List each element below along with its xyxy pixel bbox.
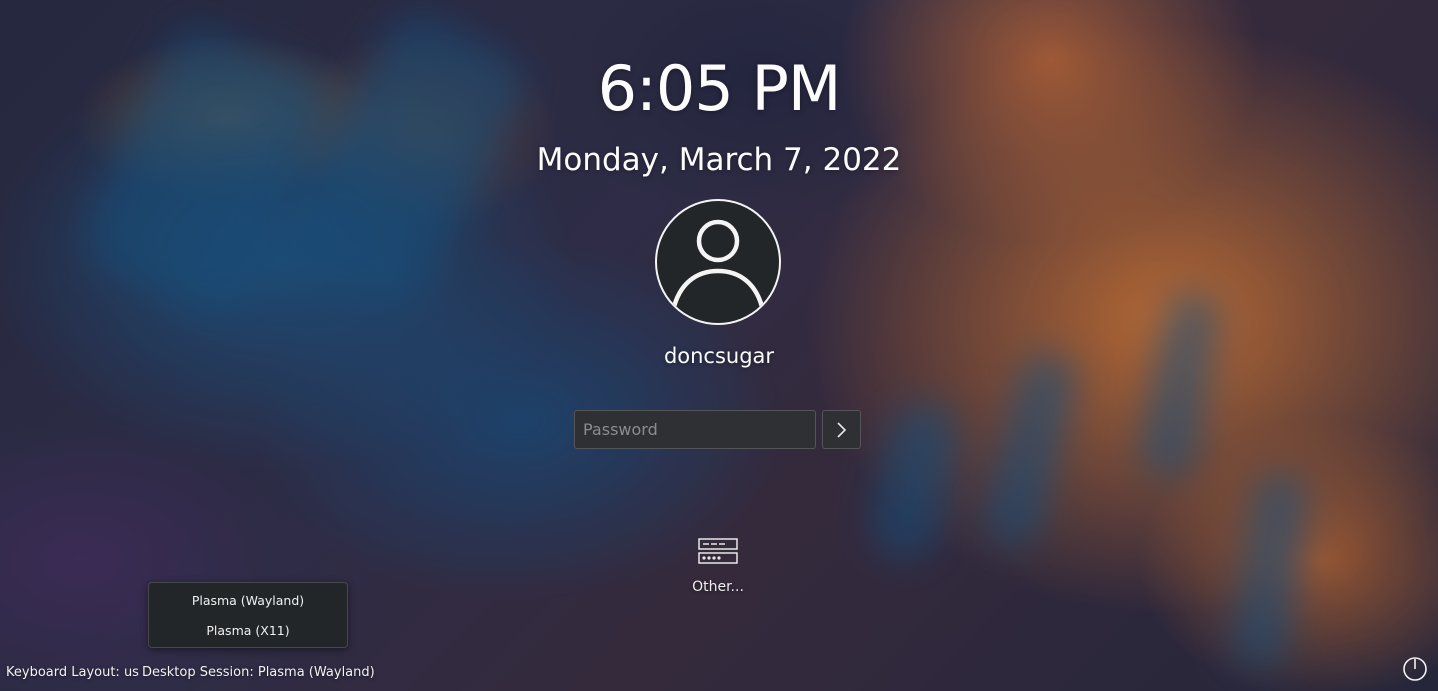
login-submit-button[interactable] (822, 410, 861, 449)
user-avatar[interactable] (655, 199, 781, 325)
username-label[interactable]: doncsugar (0, 344, 1438, 368)
other-user-label: Other... (692, 579, 744, 595)
password-input[interactable] (574, 410, 816, 449)
server-icon (698, 538, 738, 564)
user-avatar-icon (670, 219, 766, 312)
desktop-session-button[interactable]: Desktop Session: Plasma (Wayland) (142, 665, 375, 680)
power-icon (1403, 657, 1427, 681)
chevron-right-icon (836, 421, 846, 438)
session-menu-item-plasma-x11[interactable]: Plasma (X11) (149, 617, 347, 645)
power-button[interactable] (1402, 656, 1428, 682)
clock-date: Monday, March 7, 2022 (536, 142, 902, 178)
login-screen: 6:05 PM Monday, March 7, 2022 doncsugar … (0, 0, 1438, 691)
other-user-button[interactable]: Other... (668, 532, 768, 607)
clock-time: 6:05 PM (597, 52, 842, 125)
session-menu-item-plasma-wayland[interactable]: Plasma (Wayland) (149, 587, 347, 615)
keyboard-layout-button[interactable]: Keyboard Layout: us (6, 665, 139, 680)
desktop-session-menu: Plasma (Wayland) Plasma (X11) (148, 582, 348, 648)
